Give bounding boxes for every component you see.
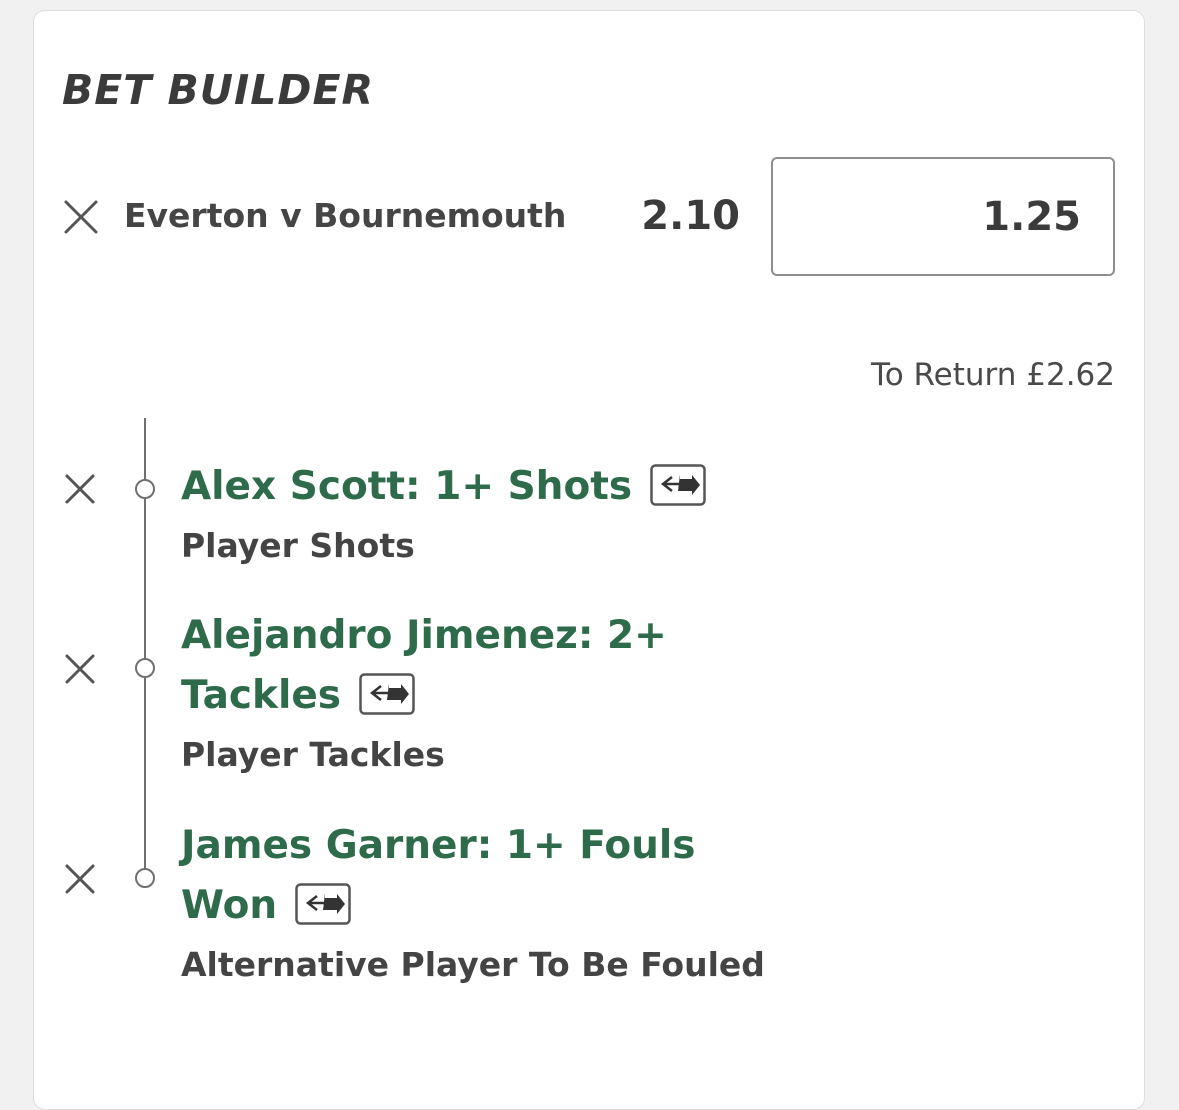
- selection-title-line1: Alejandro Jimenez: 2+: [181, 613, 667, 658]
- selection-market: Player Shots: [181, 526, 415, 565]
- swap-icon[interactable]: [359, 672, 415, 715]
- stake-value: 1.25: [982, 194, 1081, 240]
- selection-market: Player Tackles: [181, 735, 445, 774]
- remove-selection-close-icon[interactable]: [64, 473, 96, 505]
- timeline-node-icon: [135, 479, 155, 499]
- event-name: Everton v Bournemouth: [124, 196, 567, 235]
- card-title: BET BUILDER: [62, 66, 375, 114]
- stake-input[interactable]: 1.25: [771, 157, 1115, 276]
- selection-title[interactable]: Alex Scott: 1+ Shots: [181, 457, 706, 517]
- selection-title-line1: James Garner: 1+ Fouls: [181, 823, 696, 868]
- selection-title-text: Alex Scott: 1+ Shots: [181, 464, 633, 509]
- remove-selection-close-icon[interactable]: [64, 863, 96, 895]
- remove-selection-close-icon[interactable]: [64, 653, 96, 685]
- selection-title[interactable]: Alejandro Jimenez: 2+ Tackles: [181, 606, 667, 726]
- remove-event-close-icon[interactable]: [63, 199, 99, 235]
- selection-title[interactable]: James Garner: 1+ Fouls Won: [181, 816, 695, 936]
- event-odds: 2.10: [641, 193, 740, 239]
- timeline-node-icon: [135, 868, 155, 888]
- swap-icon[interactable]: [650, 463, 706, 506]
- timeline-node-icon: [135, 658, 155, 678]
- selection-title-line2: Won: [181, 883, 278, 928]
- selection-market: Alternative Player To Be Fouled: [181, 945, 765, 984]
- selection-title-line2: Tackles: [181, 673, 341, 718]
- swap-icon[interactable]: [295, 882, 351, 925]
- to-return-amount: To Return £2.62: [871, 357, 1115, 393]
